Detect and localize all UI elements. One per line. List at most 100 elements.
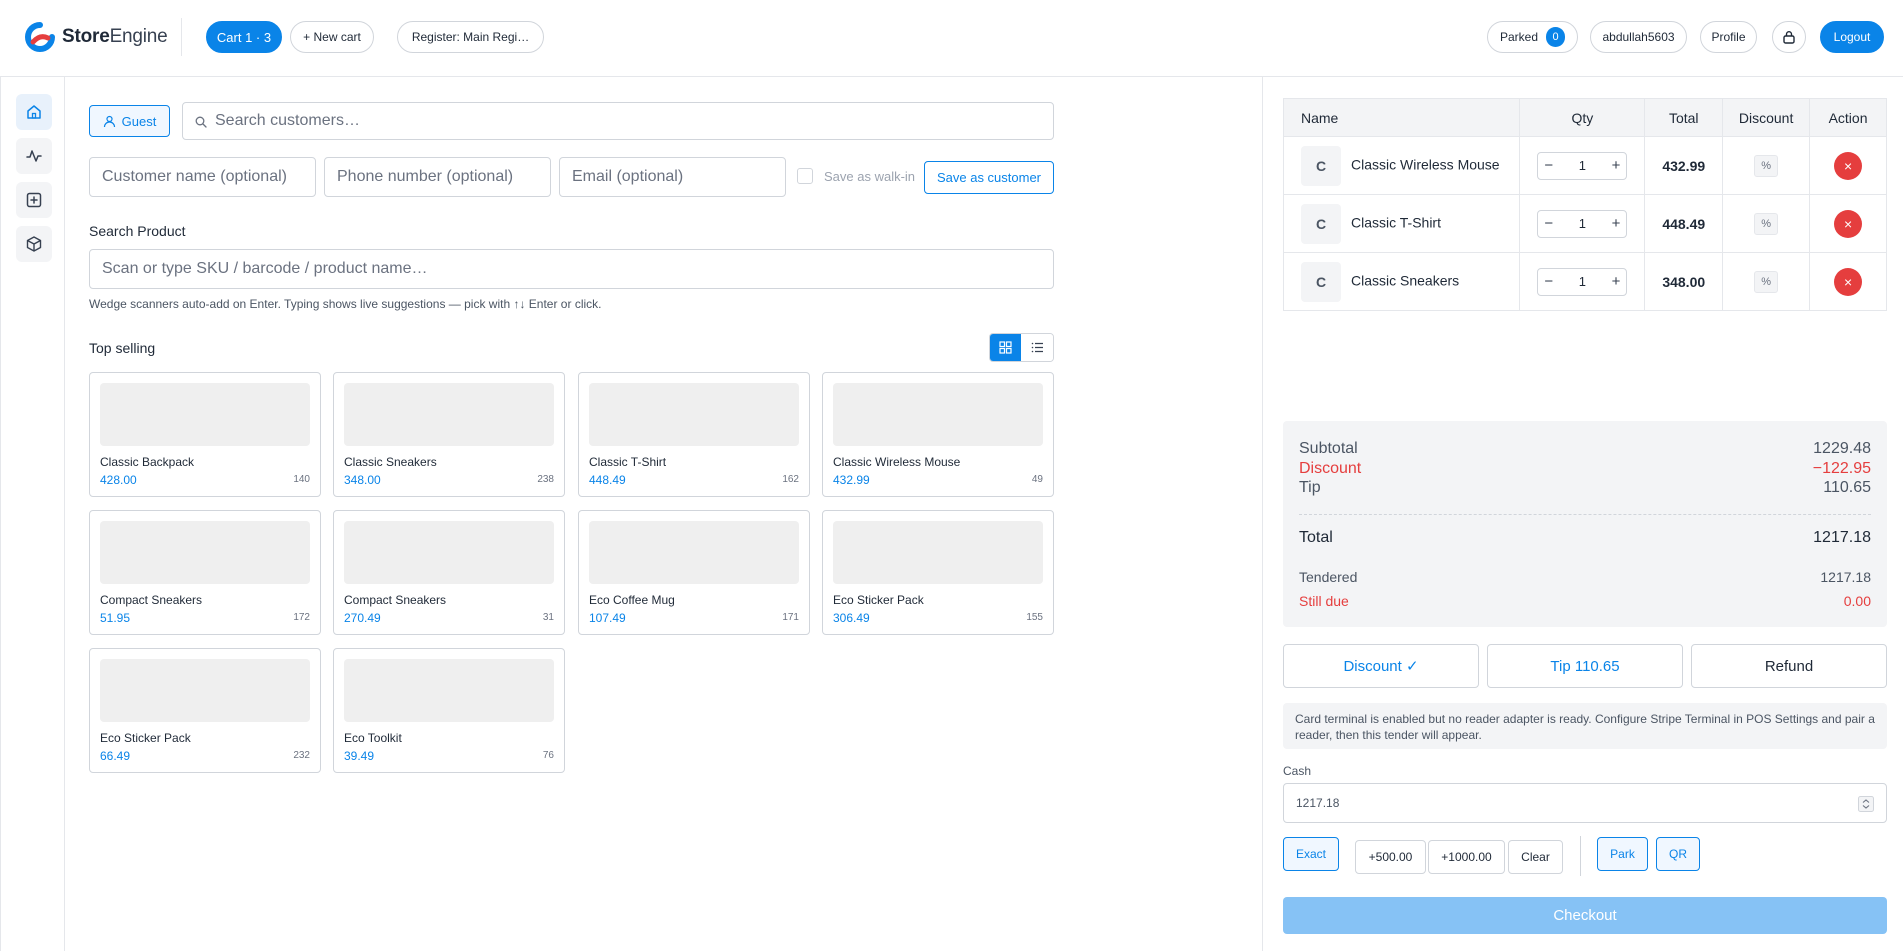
user-icon [103, 115, 115, 127]
left-rail [0, 77, 65, 951]
column-header-action: Action [1809, 98, 1887, 137]
logo-mark-icon [25, 22, 55, 52]
decrement-button[interactable]: − [1544, 215, 1553, 232]
item-name: Classic T-Shirt [1351, 214, 1441, 231]
product-price: 66.49 [100, 749, 131, 763]
nav-products[interactable] [16, 226, 52, 262]
add-1000-button[interactable]: +1000.00 [1428, 840, 1505, 874]
clear-button[interactable]: Clear [1508, 840, 1563, 874]
cart-row: C Classic T-Shirt − 1 + 448.49 % × [1282, 194, 1887, 253]
phone-field[interactable]: Phone number (optional) [324, 157, 551, 197]
decrement-button[interactable]: − [1544, 157, 1553, 174]
refund-button[interactable]: Refund [1691, 644, 1887, 688]
quantity-value[interactable]: 1 [1579, 216, 1586, 231]
grid-icon [999, 341, 1012, 354]
lock-button[interactable] [1772, 21, 1806, 53]
brand-name: StoreEngine [62, 26, 168, 47]
discount-action-button[interactable]: Discount ✓ [1283, 644, 1479, 688]
item-thumbnail: C [1301, 145, 1341, 186]
product-card[interactable]: Eco Toolkit 39.49 76 [333, 648, 565, 773]
item-name: Classic Sneakers [1351, 272, 1460, 289]
increment-button[interactable]: + [1612, 215, 1621, 232]
product-name: Eco Toolkit [344, 731, 402, 745]
remove-item-button[interactable]: × [1834, 267, 1863, 296]
product-card[interactable]: Classic Backpack 428.00 140 [89, 372, 321, 497]
product-price: 448.49 [589, 473, 626, 487]
cash-label: Cash [1283, 764, 1312, 778]
new-cart-button[interactable]: + New cart [290, 21, 374, 53]
profile-button[interactable]: Profile [1700, 21, 1757, 53]
add-500-button[interactable]: +500.00 [1355, 840, 1426, 874]
product-name: Compact Sneakers [100, 593, 203, 607]
guest-label: Guest [121, 113, 157, 129]
spinner-arrows-icon [1858, 796, 1874, 812]
product-stock: 140 [293, 474, 310, 485]
quantity-value[interactable]: 1 [1579, 158, 1586, 173]
product-image [344, 659, 554, 722]
product-stock: 171 [782, 612, 799, 623]
remove-item-button[interactable]: × [1834, 209, 1863, 238]
exact-button[interactable]: Exact [1283, 837, 1339, 871]
grid-view-button[interactable] [990, 334, 1022, 361]
product-search-input[interactable]: Scan or type SKU / barcode / product nam… [89, 249, 1054, 289]
cash-input[interactable]: 1217.18 [1283, 783, 1887, 823]
still-due-row: Still due 0.00 [1299, 593, 1871, 609]
park-button[interactable]: Park [1597, 837, 1648, 871]
customer-name-field[interactable]: Customer name (optional) [89, 157, 316, 197]
save-customer-button[interactable]: Save as customer [924, 161, 1054, 194]
column-header-discount: Discount [1722, 98, 1811, 137]
list-view-button[interactable] [1021, 334, 1053, 361]
product-card[interactable]: Eco Coffee Mug 107.49 171 [578, 510, 810, 635]
item-thumbnail: C [1301, 261, 1341, 302]
decrement-button[interactable]: − [1544, 273, 1553, 290]
quantity-stepper: − 1 + [1537, 209, 1628, 238]
product-image [833, 383, 1043, 446]
nav-home[interactable] [16, 94, 52, 130]
home-icon [27, 105, 41, 119]
storeengine-logo[interactable]: StoreEngine [24, 22, 168, 52]
header-divider [181, 18, 182, 56]
increment-button[interactable]: + [1612, 273, 1621, 290]
qr-button[interactable]: QR [1656, 837, 1700, 871]
total-row: Total 1217.18 [1299, 529, 1871, 547]
customer-search-input[interactable]: Search customers… [182, 102, 1054, 140]
product-card[interactable]: Compact Sneakers 51.95 172 [89, 510, 321, 635]
product-card[interactable]: Eco Sticker Pack 306.49 155 [822, 510, 1054, 635]
search-product-label: Search Product [89, 223, 186, 239]
product-stock: 49 [1031, 474, 1043, 485]
card-terminal-notice: Card terminal is enabled but no reader a… [1283, 703, 1887, 749]
product-price: 348.00 [344, 473, 381, 487]
discount-button[interactable]: % [1754, 270, 1779, 293]
discount-value: −122.95 [1812, 460, 1871, 477]
checkout-button[interactable]: Checkout [1283, 897, 1887, 934]
product-card[interactable]: Eco Sticker Pack 66.49 232 [89, 648, 321, 773]
cart-tab[interactable]: Cart 1 · 3 [206, 21, 282, 53]
discount-button[interactable]: % [1754, 154, 1779, 177]
product-name: Eco Coffee Mug [589, 593, 675, 607]
remove-item-button[interactable]: × [1834, 151, 1863, 180]
subtotal-value: 1229.48 [1813, 440, 1871, 457]
guest-button[interactable]: Guest [89, 105, 170, 137]
product-price: 432.99 [833, 473, 870, 487]
product-card[interactable]: Compact Sneakers 270.49 31 [333, 510, 565, 635]
increment-button[interactable]: + [1612, 157, 1621, 174]
product-image [100, 521, 310, 584]
product-card[interactable]: Classic Sneakers 348.00 238 [333, 372, 565, 497]
product-price: 51.95 [100, 611, 131, 625]
tip-action-button[interactable]: Tip 110.65 [1487, 644, 1683, 688]
discount-button[interactable]: % [1754, 212, 1779, 235]
product-card[interactable]: Classic Wireless Mouse 432.99 49 [822, 372, 1054, 497]
nav-add[interactable] [16, 182, 52, 218]
register-select[interactable]: Register: Main Regi… [397, 21, 544, 53]
list-icon [1031, 342, 1043, 353]
logout-button[interactable]: Logout [1820, 21, 1884, 53]
product-card[interactable]: Classic T-Shirt 448.49 162 [578, 372, 810, 497]
quantity-value[interactable]: 1 [1579, 274, 1586, 289]
cart-table: Name Qty Total Discount Action C Classic … [1282, 98, 1887, 311]
email-field[interactable]: Email (optional) [559, 157, 786, 197]
walk-in-checkbox[interactable] [797, 168, 813, 184]
user-button[interactable]: abdullah5603 [1590, 21, 1687, 53]
nav-activity[interactable] [16, 138, 52, 174]
item-name: Classic Wireless Mouse [1351, 156, 1500, 173]
parked-button[interactable]: Parked 0 [1487, 21, 1578, 53]
